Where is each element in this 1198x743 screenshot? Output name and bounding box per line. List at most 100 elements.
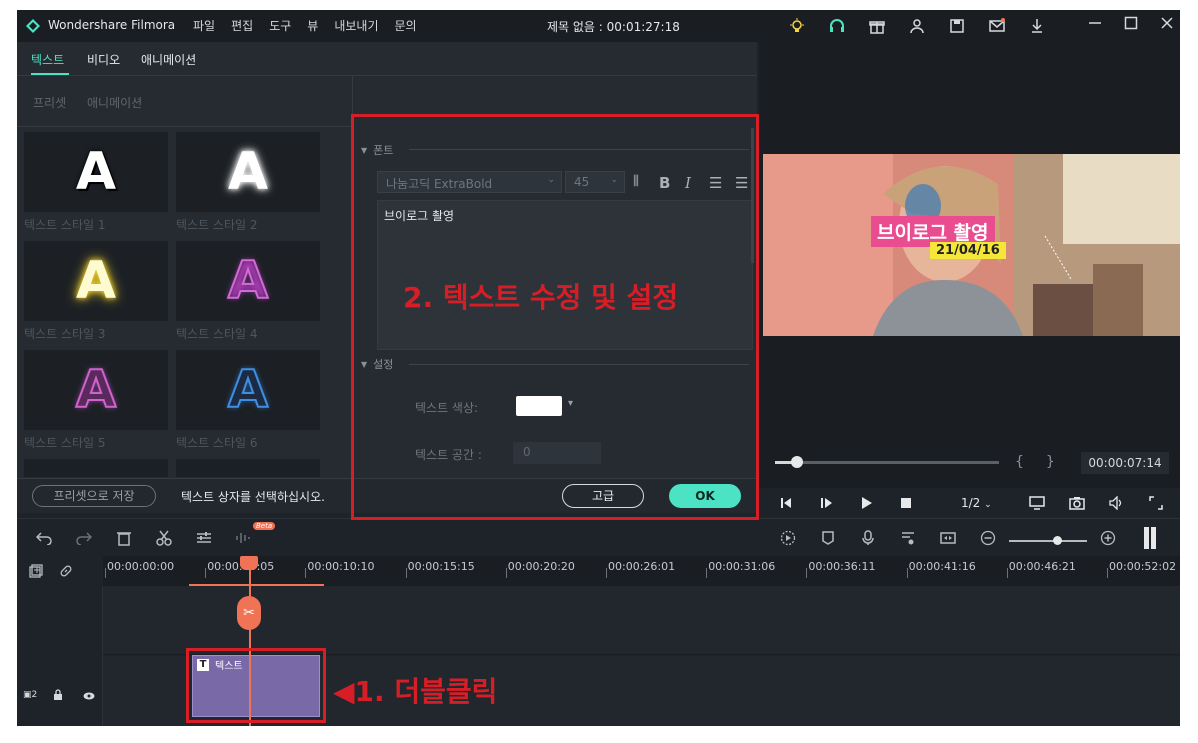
style-thumbnail [24,459,168,477]
style-label: 텍스트 스타일 6 [176,436,258,450]
trim-range-line [189,584,324,586]
beta-badge: Beta [253,522,276,530]
overlay-date-text[interactable]: 21/04/16 [930,242,1006,259]
style-label: 텍스트 스타일 5 [24,436,106,450]
marker-icon[interactable] [819,529,837,547]
ruler-tools [17,556,103,586]
download-icon[interactable] [1027,16,1047,36]
text-style-card[interactable]: A 텍스트 스타일 2 [176,132,320,233]
ruler-tick-mark [906,568,908,578]
ruler-tick-mark [806,568,808,578]
add-track-icon[interactable] [29,564,43,581]
mark-out-button[interactable]: } [1046,454,1077,470]
cut-icon[interactable] [155,529,173,547]
menu-file[interactable]: 파일 [193,17,215,34]
text-style-card[interactable]: A 텍스트 스타일 6 [176,350,320,451]
mail-icon[interactable] [987,16,1007,36]
minimize-icon[interactable] [1088,16,1102,33]
ruler-tick-mark [305,568,307,578]
style-label: 텍스트 스타일 2 [176,218,258,232]
ruler-tick-label: 00:00:31:06 [708,560,776,573]
gift-icon[interactable] [867,16,887,36]
menu-bar: 파일 편집 도구 뷰 내보내기 문의 [193,17,417,34]
zoom-slider[interactable] [1009,540,1087,542]
ruler-tick-label: 00:00:41:16 [908,560,976,573]
ruler-tick-label: 00:00:15:15 [407,560,475,573]
save-preset-button[interactable]: 프리셋으로 저장 [32,485,156,507]
hint-text: 텍스트 상자를 선택하십시오. [181,490,325,504]
subtab-preset[interactable]: 프리셋 [33,94,66,111]
ruler-tick-label: 00:00:46:21 [1008,560,1076,573]
lightbulb-icon[interactable] [787,16,807,36]
fit-timeline-icon[interactable] [939,529,957,547]
progress-handle[interactable] [791,456,804,468]
track-row[interactable] [103,586,1180,655]
render-icon[interactable] [779,529,797,547]
adjust-icon[interactable] [195,529,213,547]
fullscreen-icon[interactable] [1149,496,1163,514]
redo-icon[interactable] [75,529,93,547]
annotation-box-clip [186,648,326,723]
lock-icon[interactable] [53,689,63,704]
tab-video[interactable]: 비디오 [87,51,120,68]
ruler-tick-mark [706,568,708,578]
panel-toggle-icon[interactable] [1143,527,1157,549]
text-style-card[interactable] [176,459,320,477]
menu-tools[interactable]: 도구 [269,17,291,34]
zoom-out-icon[interactable] [979,529,997,547]
tab-animation[interactable]: 애니메이션 [141,51,196,68]
stop-icon[interactable] [899,496,913,514]
zoom-slider-handle[interactable] [1053,536,1062,545]
text-style-card[interactable]: A 텍스트 스타일 4 [176,241,320,342]
style-thumbnail: A [24,350,168,430]
close-icon[interactable] [1160,16,1174,33]
ruler-tick-mark [205,568,207,578]
volume-icon[interactable] [1109,495,1125,514]
save-icon[interactable] [947,16,967,36]
play-icon[interactable] [859,496,873,514]
account-icon[interactable] [907,16,927,36]
ruler-tick-label: 00:00:00:00 [107,560,175,573]
next-frame-icon[interactable] [819,496,833,514]
quality-select[interactable]: 1/2 ⌄ [961,496,992,510]
text-style-card[interactable] [24,459,168,477]
undo-icon[interactable] [35,529,53,547]
preview-panel: 브이로그 촬영 21/04/16 {} 00:00:07:14 1/2 ⌄ [759,42,1180,520]
timeline-ruler[interactable]: 00:00:00:0000:00:05:0500:00:10:1000:00:1… [17,556,1180,586]
preview-progress-slider[interactable] [775,456,999,468]
preview-video: 브이로그 촬영 21/04/16 [763,154,1180,336]
text-style-card[interactable]: A 텍스트 스타일 3 [24,241,168,342]
menu-export[interactable]: 내보내기 [334,17,378,34]
text-style-card[interactable]: A 텍스트 스타일 5 [24,350,168,451]
menu-view[interactable]: 뷰 [307,17,318,34]
menu-edit[interactable]: 편집 [231,17,253,34]
microphone-icon[interactable] [859,529,877,547]
eye-icon[interactable] [83,690,95,704]
display-icon[interactable] [1029,496,1045,514]
subtabs: 프리셋 애니메이션 [17,77,352,127]
tab-text[interactable]: 텍스트 [31,51,64,68]
panel-tabs: 텍스트 비디오 애니메이션 [17,42,757,76]
headset-icon[interactable] [827,16,847,36]
maximize-icon[interactable] [1124,16,1138,33]
style-label: 텍스트 스타일 1 [24,218,106,232]
subtab-animation[interactable]: 애니메이션 [87,94,142,111]
snapshot-icon[interactable] [1069,496,1085,514]
mark-in-button[interactable]: { [1015,454,1046,470]
audio-wave-icon[interactable]: Beta [235,522,276,547]
audio-mixer-icon[interactable] [899,529,917,547]
link-icon[interactable] [59,564,73,581]
zoom-in-icon[interactable] [1099,529,1117,547]
style-thumbnail: A [176,241,320,321]
style-thumbnail [176,459,320,477]
prev-frame-icon[interactable] [779,496,793,514]
menu-help[interactable]: 문의 [395,17,417,34]
playhead-handle[interactable] [240,556,258,570]
split-scissors-icon[interactable]: ✂ [237,596,261,630]
text-style-card[interactable]: A 텍스트 스타일 1 [24,132,168,233]
app-name: Wondershare Filmora [48,18,176,32]
ruler-tick-label: 00:00:20:20 [507,560,575,573]
delete-icon[interactable] [115,529,133,547]
project-title: 제목 없음 : 00:01:27:18 [547,20,680,34]
in-out-markers[interactable]: {} [1015,454,1077,470]
